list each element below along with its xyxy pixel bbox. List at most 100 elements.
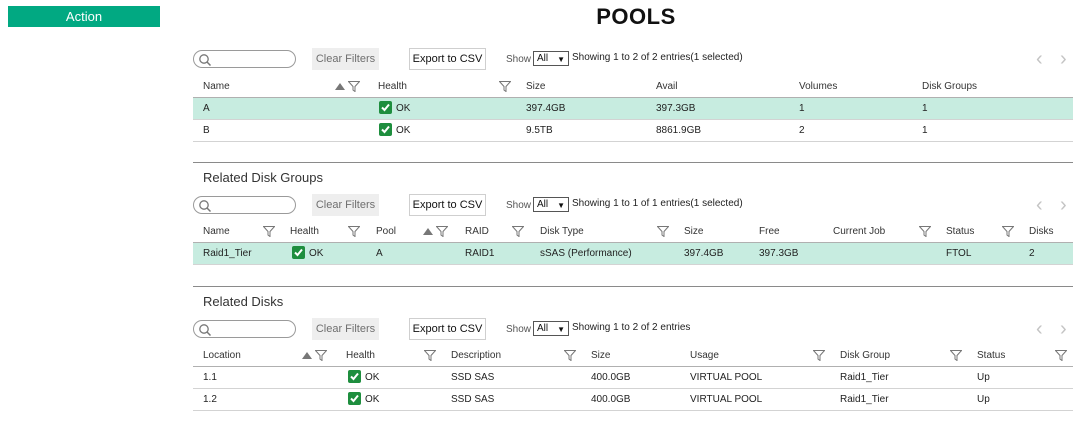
column-header-disks[interactable]: Disks xyxy=(1029,221,1053,243)
filter-icon[interactable] xyxy=(919,226,931,237)
chevron-left-icon[interactable]: ‹ xyxy=(1036,194,1043,216)
filter-icon[interactable] xyxy=(499,81,511,92)
filter-icon[interactable] xyxy=(1055,350,1067,361)
table-row[interactable]: Raid1_Tier OK A RAID1 sSAS (Performance)… xyxy=(193,243,1073,265)
column-header-size[interactable]: Size xyxy=(684,221,703,243)
pools-clear-filters-button[interactable]: Clear Filters xyxy=(312,48,379,70)
disk-group-disks: 2 xyxy=(1029,248,1035,259)
table-row[interactable]: B OK 9.5TB 8861.9GB 2 1 xyxy=(193,120,1073,142)
filter-icon[interactable] xyxy=(436,226,448,237)
pools-show-label: Show xyxy=(506,54,532,65)
disk-groups-export-csv-button[interactable]: Export to CSV xyxy=(409,194,486,216)
pools-page-size-select[interactable]: All ▼ xyxy=(533,51,569,66)
disk-group-pool: A xyxy=(376,248,383,259)
column-header-disk-type[interactable]: Disk Type xyxy=(540,221,584,243)
table-row[interactable]: 1.2 OK SSD SAS 400.0GB VIRTUAL POOL Raid… xyxy=(193,389,1073,411)
filter-icon[interactable] xyxy=(512,226,524,237)
pool-size: 9.5TB xyxy=(526,125,553,136)
disks-export-csv-button[interactable]: Export to CSV xyxy=(409,318,486,340)
filter-icon[interactable] xyxy=(564,350,576,361)
column-header-current-job[interactable]: Current Job xyxy=(833,221,885,243)
chevron-right-icon[interactable]: › xyxy=(1060,194,1067,216)
column-header-disk-group[interactable]: Disk Group xyxy=(840,345,890,367)
pool-disk-groups: 1 xyxy=(922,125,928,136)
column-header-health[interactable]: Health xyxy=(290,221,319,243)
disks-page-size-select[interactable]: All ▼ xyxy=(533,321,569,336)
disk-groups-page-size-select[interactable]: All ▼ xyxy=(533,197,569,212)
column-header-volumes[interactable]: Volumes xyxy=(799,76,837,98)
filter-icon[interactable] xyxy=(813,350,825,361)
pool-name: A xyxy=(203,103,210,114)
filter-icon[interactable] xyxy=(950,350,962,361)
disk-health: OK xyxy=(348,367,379,389)
column-header-health[interactable]: Health xyxy=(346,345,375,367)
column-header-status[interactable]: Status xyxy=(946,221,974,243)
column-header-health[interactable]: Health xyxy=(378,76,407,98)
disk-group-disk-type: sSAS (Performance) xyxy=(540,248,632,259)
disk-groups-show-label: Show xyxy=(506,200,532,211)
caret-down-icon: ▼ xyxy=(557,55,565,64)
table-header-row: Name Health Size Avail Volumes Disk Grou… xyxy=(193,76,1073,98)
disk-usage: VIRTUAL POOL xyxy=(690,394,763,405)
chevron-left-icon[interactable]: ‹ xyxy=(1036,48,1043,70)
disks-toolbar: Clear Filters Export to CSV Show All ▼ Sh… xyxy=(193,318,1073,342)
pools-search-input[interactable] xyxy=(193,50,296,68)
disk-location: 1.2 xyxy=(203,394,217,405)
disk-group-raid: RAID1 xyxy=(465,248,495,259)
check-icon xyxy=(292,245,305,259)
filter-icon[interactable] xyxy=(263,226,275,237)
disk-size: 400.0GB xyxy=(591,394,631,405)
page-size-value: All xyxy=(537,53,549,64)
caret-down-icon: ▼ xyxy=(557,325,565,334)
disk-groups-title: Related Disk Groups xyxy=(203,170,323,185)
filter-icon[interactable] xyxy=(424,350,436,361)
column-header-name[interactable]: Name xyxy=(203,221,230,243)
filter-icon[interactable] xyxy=(348,81,360,92)
chevron-right-icon[interactable]: › xyxy=(1060,48,1067,70)
column-header-size[interactable]: Size xyxy=(526,76,545,98)
column-header-pool[interactable]: Pool xyxy=(376,221,396,243)
sort-asc-icon[interactable] xyxy=(423,228,433,236)
column-header-size[interactable]: Size xyxy=(591,345,610,367)
column-header-status[interactable]: Status xyxy=(977,345,1005,367)
column-header-location[interactable]: Location xyxy=(203,345,241,367)
pool-disk-groups: 1 xyxy=(922,103,928,114)
column-header-raid[interactable]: RAID xyxy=(465,221,489,243)
section-divider xyxy=(193,286,1073,287)
disks-search-input[interactable] xyxy=(193,320,296,338)
table-header-row: Location Health Description Size Usage D… xyxy=(193,345,1073,367)
disks-clear-filters-button[interactable]: Clear Filters xyxy=(312,318,379,340)
pool-size: 397.4GB xyxy=(526,103,566,114)
search-icon xyxy=(199,54,212,67)
disk-group-free: 397.3GB xyxy=(759,248,799,259)
pools-export-csv-button[interactable]: Export to CSV xyxy=(409,48,486,70)
column-header-description[interactable]: Description xyxy=(451,345,501,367)
filter-icon[interactable] xyxy=(315,350,327,361)
disk-health: OK xyxy=(348,389,379,411)
filter-icon[interactable] xyxy=(348,226,360,237)
chevron-left-icon[interactable]: ‹ xyxy=(1036,318,1043,340)
disk-group-size: 397.4GB xyxy=(684,248,724,259)
pool-name: B xyxy=(203,125,210,136)
page-size-value: All xyxy=(537,199,549,210)
disks-show-label: Show xyxy=(506,324,532,335)
column-header-name[interactable]: Name xyxy=(203,76,230,98)
disk-groups-clear-filters-button[interactable]: Clear Filters xyxy=(312,194,379,216)
table-row[interactable]: 1.1 OK SSD SAS 400.0GB VIRTUAL POOL Raid… xyxy=(193,367,1073,389)
disk-group: Raid1_Tier xyxy=(840,372,889,383)
column-header-disk-groups[interactable]: Disk Groups xyxy=(922,76,977,98)
column-header-usage[interactable]: Usage xyxy=(690,345,719,367)
column-header-avail[interactable]: Avail xyxy=(656,76,678,98)
table-row[interactable]: A OK 397.4GB 397.3GB 1 1 xyxy=(193,98,1073,120)
disk-description: SSD SAS xyxy=(451,394,495,405)
chevron-right-icon[interactable]: › xyxy=(1060,318,1067,340)
filter-icon[interactable] xyxy=(657,226,669,237)
column-header-free[interactable]: Free xyxy=(759,221,780,243)
pools-showing-text: Showing 1 to 2 of 2 entries(1 selected) xyxy=(572,52,743,63)
pool-health-text: OK xyxy=(396,103,411,114)
check-icon xyxy=(348,369,361,383)
sort-asc-icon[interactable] xyxy=(335,83,345,91)
disk-groups-search-input[interactable] xyxy=(193,196,296,214)
filter-icon[interactable] xyxy=(1002,226,1014,237)
sort-asc-icon[interactable] xyxy=(302,352,312,360)
